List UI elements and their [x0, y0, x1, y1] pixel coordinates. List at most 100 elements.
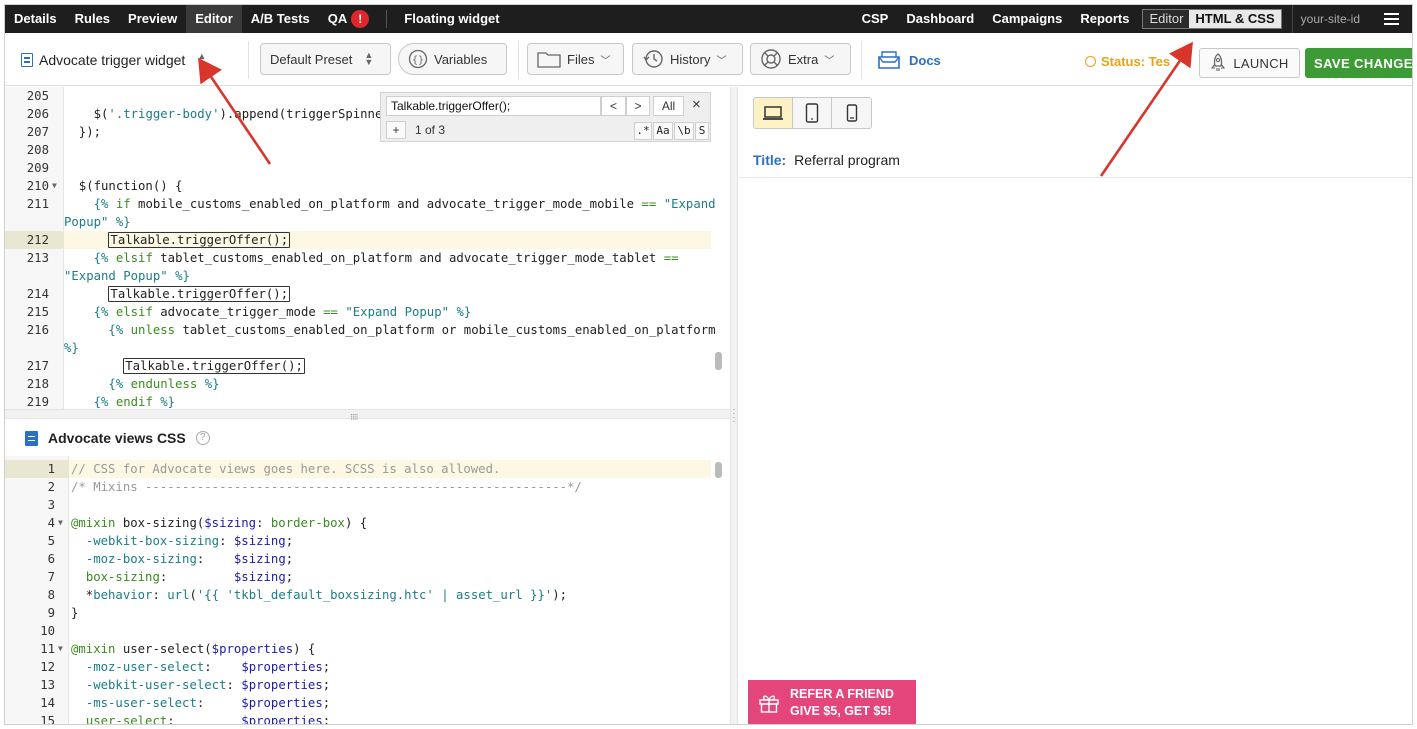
editor-mode-switch: Editor HTML & CSS — [1142, 9, 1282, 29]
code-line: 10 — [40, 624, 55, 638]
chevron-down-icon: ﹀ — [600, 55, 611, 67]
code-line: "Expand Popup" %} — [64, 269, 190, 283]
code-line: Popup" %} — [64, 215, 131, 229]
find-next-button[interactable]: > — [626, 96, 650, 116]
nav-qa-label: QA — [327, 11, 348, 26]
code-line: 8 *behavior: url('{{ 'tkbl_default_boxsi… — [47, 588, 568, 602]
view-select-label: Advocate trigger widget — [39, 52, 186, 68]
code-line: 3 — [47, 498, 55, 512]
refer-a-friend-widget[interactable]: REFER A FRIEND GIVE $5, GET $5! — [748, 680, 916, 724]
preview-panel: Title: Referral program REFER A FRIEND G… — [738, 87, 1412, 724]
toolbar-divider — [861, 41, 862, 79]
folder-icon — [537, 52, 561, 68]
extra-label: Extra — [788, 51, 819, 67]
css-panel-header: Advocate views CSS ? — [5, 420, 730, 456]
close-icon[interactable]: × — [692, 96, 701, 113]
history-button[interactable]: History ﹀ — [632, 43, 743, 75]
editor-scrollbar[interactable] — [715, 462, 722, 478]
editor-scrollbar[interactable] — [715, 352, 722, 370]
app-window: Details Rules Preview Editor A/B Tests Q… — [4, 4, 1413, 725]
code-line: 214 Talkable.triggerOffer(); — [26, 286, 291, 302]
horizontal-resize-handle[interactable]: ⁝⁝⁝⁝ — [5, 409, 730, 422]
css-code-editor[interactable]: 1// CSS for Advocate views goes here. SC… — [5, 456, 725, 725]
help-icon[interactable]: ? — [195, 431, 210, 445]
find-input[interactable]: Talkable.triggerOffer(); — [386, 96, 601, 116]
nav-reports[interactable]: Reports — [1071, 5, 1138, 33]
code-line: %} — [64, 341, 79, 355]
svg-text:{}: {} — [412, 55, 424, 66]
tablet-icon — [805, 103, 819, 123]
fold-toggle-icon[interactable]: ▼ — [58, 514, 63, 532]
mobile-view-button[interactable] — [832, 98, 871, 128]
code-line: 7 box-sizing: $sizing; — [47, 570, 294, 584]
case-toggle[interactable]: Aa — [653, 122, 673, 140]
fold-toggle-icon[interactable]: ▼ — [52, 177, 57, 195]
code-line: 14 -ms-user-select: $properties; — [40, 696, 331, 710]
nav-campaigns[interactable]: Campaigns — [983, 5, 1071, 33]
find-all-button[interactable]: All — [653, 96, 684, 116]
regex-toggle[interactable]: .* — [634, 122, 652, 140]
find-prev-button[interactable]: < — [601, 96, 626, 116]
mode-html-css[interactable]: HTML & CSS — [1189, 10, 1281, 28]
nav-csp[interactable]: CSP — [853, 5, 898, 33]
code-line: 9} — [47, 606, 79, 620]
code-line-active: 1// CSS for Advocate views goes here. SC… — [5, 460, 711, 478]
status-label: Status: Tes — [1101, 54, 1171, 69]
nav-qa[interactable]: QA! — [319, 5, 379, 33]
view-select[interactable]: Advocate trigger widget ▲ ▼ — [21, 48, 206, 72]
preset-select[interactable]: Default Preset ▲ ▼ — [260, 43, 391, 75]
nav-ab-tests[interactable]: A/B Tests — [242, 5, 319, 33]
menu-icon[interactable] — [1368, 5, 1412, 33]
code-line: 5 -webkit-box-sizing: $sizing; — [47, 534, 294, 548]
code-line: 210 ▼ $(function() { — [26, 177, 183, 195]
code-line: 211 {% if mobile_customs_enabled_on_plat… — [26, 197, 716, 211]
extra-button[interactable]: Extra ﹀ — [750, 43, 851, 75]
history-label: History — [670, 51, 711, 67]
docs-link[interactable]: Docs — [877, 48, 941, 72]
file-icon — [25, 430, 38, 446]
docs-label: Docs — [909, 52, 941, 68]
desktop-view-button[interactable] — [754, 98, 793, 128]
nav-divider — [386, 10, 388, 28]
nav-dashboard[interactable]: Dashboard — [897, 5, 983, 33]
code-line-active: 212 Talkable.triggerOffer(); — [5, 231, 711, 249]
code-line: 6 -moz-box-sizing: $sizing; — [47, 552, 294, 566]
code-line: 213 {% elsif tablet_customs_enabled_on_p… — [26, 251, 679, 265]
code-line: 217 Talkable.triggerOffer(); — [26, 358, 305, 374]
code-line: 15 user-select: $properties; — [40, 714, 331, 725]
nav-preview[interactable]: Preview — [119, 5, 186, 33]
code-line: 209 — [26, 161, 49, 175]
top-nav: Details Rules Preview Editor A/B Tests Q… — [5, 5, 1412, 33]
variables-button[interactable]: {} Variables — [398, 43, 507, 75]
campaign-status: Status: Tes — [1085, 54, 1170, 69]
toolbar-divider — [248, 41, 249, 79]
nav-rules[interactable]: Rules — [66, 5, 119, 33]
history-icon — [643, 50, 663, 68]
laptop-icon — [763, 106, 783, 120]
mode-editor[interactable]: Editor — [1143, 10, 1190, 28]
rocket-icon — [1211, 53, 1226, 71]
code-line: 4 ▼ @mixin box-sizing($sizing: border-box)… — [47, 514, 368, 532]
nav-editor[interactable]: Editor — [186, 5, 242, 33]
word-toggle[interactable]: \b — [674, 122, 694, 140]
gift-icon — [759, 695, 779, 713]
files-button[interactable]: Files ﹀ — [527, 43, 624, 75]
code-line: 219 {% endif %} — [26, 395, 176, 409]
code-line: 208 — [26, 143, 49, 157]
chevron-down-icon: ﹀ — [716, 55, 727, 67]
campaign-title: Floating widget — [404, 11, 500, 26]
tablet-view-button[interactable] — [793, 98, 832, 128]
site-id[interactable]: your-site-id — [1291, 5, 1368, 33]
fold-toggle-icon[interactable]: ▼ — [58, 640, 63, 658]
code-line: 215 {% elsif advocate_trigger_mode == "E… — [26, 305, 472, 319]
nav-details[interactable]: Details — [5, 5, 66, 33]
selection-toggle[interactable]: S — [695, 122, 709, 140]
docs-box-icon — [878, 51, 900, 69]
launch-button[interactable]: LAUNCH — [1199, 48, 1300, 78]
vertical-resize-handle[interactable]: · · · · — [730, 87, 738, 724]
css-panel-title: Advocate views CSS — [48, 430, 186, 446]
add-icon[interactable]: + — [386, 121, 406, 139]
save-changes-button[interactable]: SAVE CHANGE — [1305, 48, 1412, 78]
phone-icon — [846, 104, 857, 122]
title-value: Referral program — [794, 152, 900, 168]
